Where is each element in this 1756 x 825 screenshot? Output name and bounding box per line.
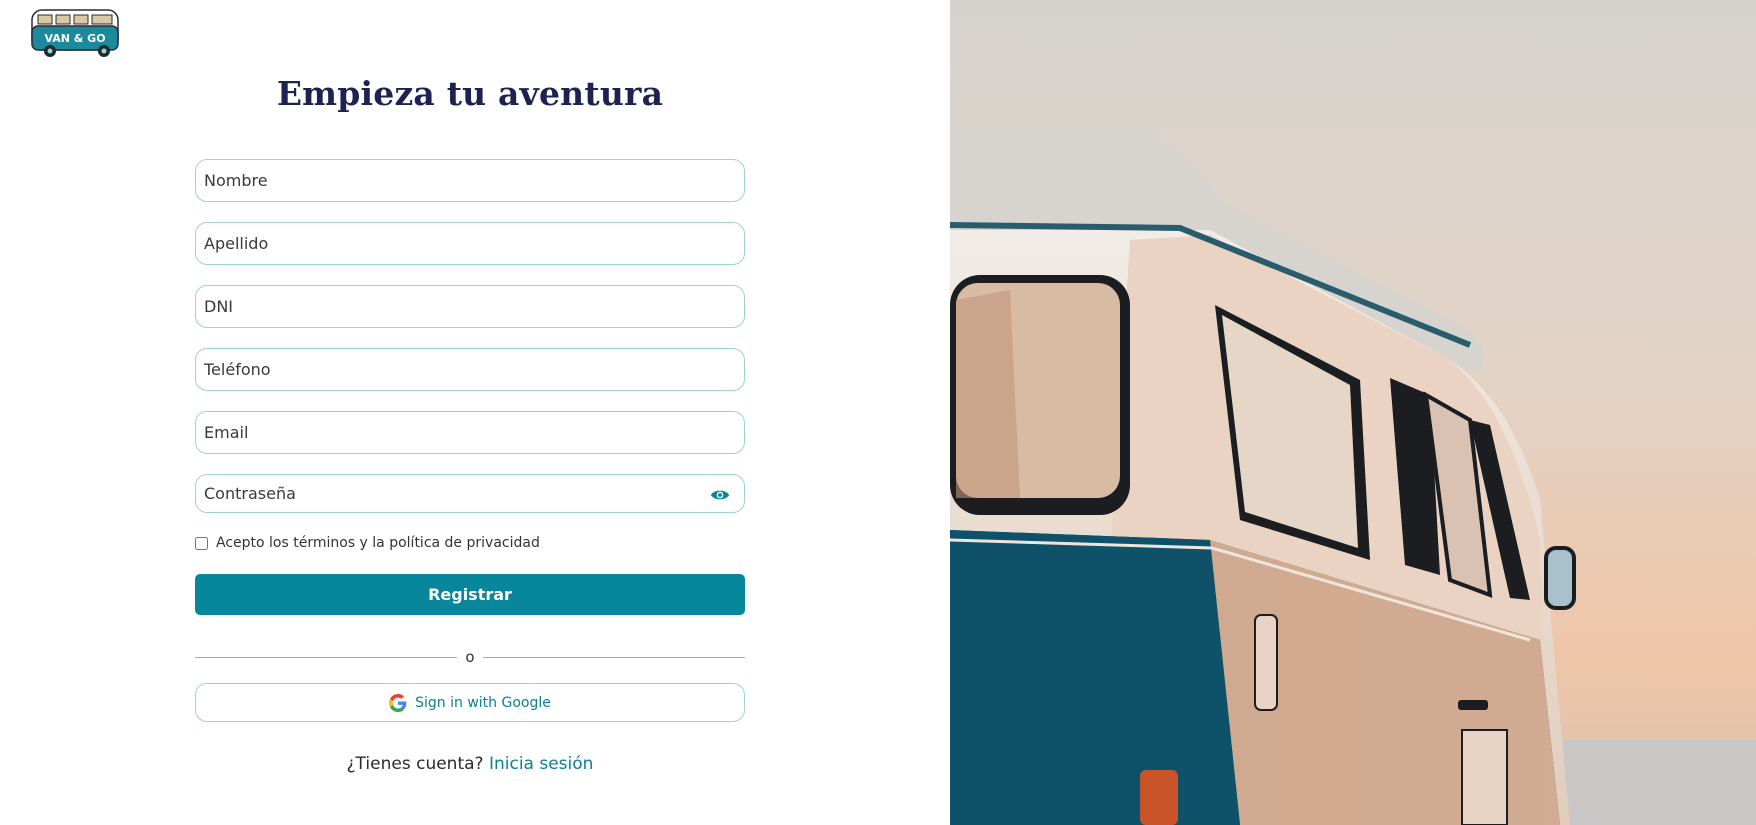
email-input[interactable]	[196, 412, 744, 453]
terms-checkbox[interactable]	[195, 536, 208, 550]
password-field[interactable]	[195, 474, 745, 513]
terms-label: Acepto los términos y la política de pri…	[216, 535, 540, 551]
signin-prompt: ¿Tienes cuenta?	[346, 754, 484, 774]
google-signin-label: Sign in with Google	[415, 694, 551, 711]
first-name-input[interactable]	[196, 160, 744, 201]
logo-text: VAN & GO	[44, 32, 105, 45]
first-name-field[interactable]	[195, 159, 745, 202]
show-password-eye-icon[interactable]	[710, 487, 730, 503]
hero-image	[950, 0, 1756, 825]
van-and-go-logo[interactable]: VAN & GO	[28, 6, 128, 58]
terms-checkbox-row[interactable]: Acepto los términos y la política de pri…	[195, 533, 745, 553]
password-input[interactable]	[196, 475, 744, 512]
dni-field[interactable]	[195, 285, 745, 328]
registration-form: Acepto los términos y la política de pri…	[195, 159, 745, 774]
phone-field[interactable]	[195, 348, 745, 391]
page-title: Empieza tu aventura	[276, 74, 664, 113]
last-name-field[interactable]	[195, 222, 745, 265]
divider-line-right	[483, 657, 745, 658]
register-panel: VAN & GO Empieza tu aventura Nombre Apel…	[0, 0, 950, 825]
google-signin-button[interactable]: Sign in with Google	[195, 683, 745, 722]
google-icon	[389, 693, 407, 712]
register-button[interactable]: Registrar	[195, 574, 745, 615]
last-name-input[interactable]	[196, 223, 744, 264]
or-divider: o	[195, 648, 745, 668]
dni-input[interactable]	[196, 286, 744, 327]
camper-van-photo	[950, 0, 1756, 825]
signin-link[interactable]: Inicia sesión	[489, 754, 593, 774]
phone-input[interactable]	[196, 349, 744, 390]
signin-row: ¿Tienes cuenta? Inicia sesión	[195, 754, 745, 774]
email-field[interactable]	[195, 411, 745, 454]
